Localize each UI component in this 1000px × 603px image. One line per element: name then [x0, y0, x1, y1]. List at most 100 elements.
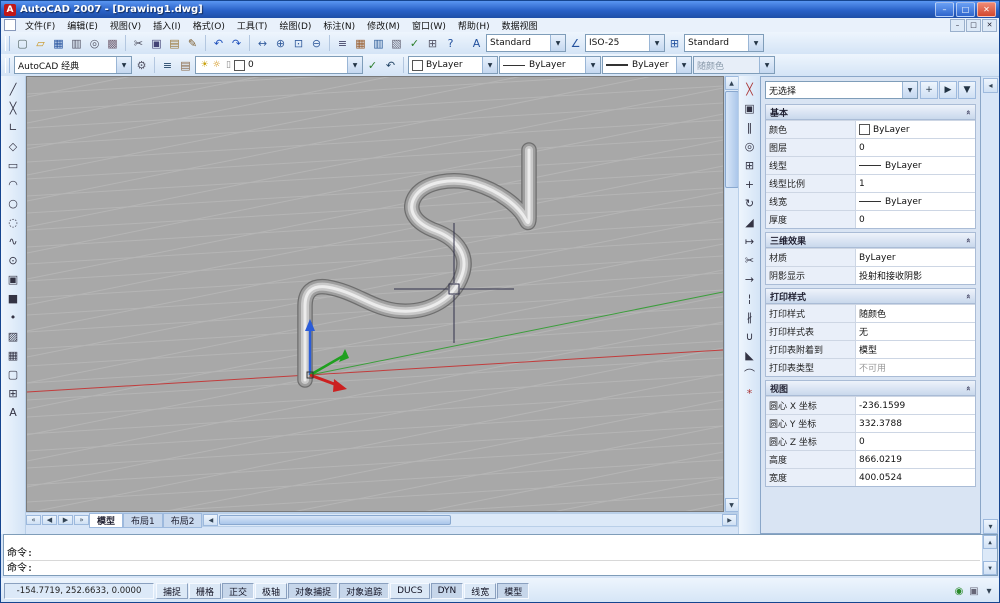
layout-tab-0[interactable]: 模型	[89, 513, 123, 528]
sheet-set-manager-icon[interactable]: ▧	[388, 35, 405, 52]
section-header[interactable]: 三维效果	[766, 233, 975, 248]
collapse-chevron-icon[interactable]	[964, 293, 973, 298]
mdi-minimize-button[interactable]: –	[950, 19, 965, 32]
polygon-icon[interactable]: ◇	[4, 137, 22, 155]
layer-previous-icon[interactable]: ↶	[382, 57, 399, 74]
lineweight-dropdown[interactable]: ByLayer	[602, 56, 692, 74]
offset-icon[interactable]: ◎	[741, 137, 759, 155]
palette-autohide-button[interactable]	[983, 78, 998, 93]
scroll-right-icon[interactable]	[722, 514, 737, 526]
collapse-chevron-icon[interactable]	[964, 385, 973, 390]
dropdown-arrow-icon[interactable]	[748, 35, 763, 51]
make-object-layer-current-icon[interactable]: ✓	[364, 57, 381, 74]
circle-icon[interactable]: ○	[4, 194, 22, 212]
rectangle-icon[interactable]: ▭	[4, 156, 22, 174]
dropdown-arrow-icon[interactable]	[347, 57, 362, 73]
layout-tab-2[interactable]: 布局2	[163, 513, 203, 528]
workspace-settings-icon[interactable]: ⚙	[133, 57, 150, 74]
dropdown-arrow-icon[interactable]	[550, 35, 565, 51]
status-menu-icon[interactable]: ▾	[982, 584, 996, 598]
scroll-up-icon[interactable]	[725, 76, 739, 90]
menu-item[interactable]: 数据视图	[496, 18, 544, 32]
drawing-canvas[interactable]	[26, 76, 724, 512]
text-style-dropdown[interactable]: Standard	[486, 34, 566, 52]
workspace-dropdown[interactable]: AutoCAD 经典	[14, 56, 132, 74]
insert-block-icon[interactable]: ▣	[4, 270, 22, 288]
trim-icon[interactable]: ✂	[741, 251, 759, 269]
dropdown-arrow-icon[interactable]	[585, 57, 600, 73]
save-icon[interactable]: ▦	[50, 35, 67, 52]
pan-icon[interactable]: ↔	[254, 35, 271, 52]
menu-item[interactable]: 标注(N)	[317, 18, 361, 32]
paste-icon[interactable]: ▤	[166, 35, 183, 52]
property-value[interactable]: 1	[856, 175, 975, 192]
drawing-icon[interactable]	[4, 19, 16, 31]
title-bar[interactable]: AutoCAD 2007 - [Drawing1.dwg] –□✕	[1, 1, 999, 18]
menu-item[interactable]: 修改(M)	[361, 18, 406, 32]
mdi-restore-button[interactable]: □	[966, 19, 981, 32]
zoom-window-icon[interactable]: ⊡	[290, 35, 307, 52]
designcenter-icon[interactable]: ▦	[352, 35, 369, 52]
markup-set-manager-icon[interactable]: ✓	[406, 35, 423, 52]
undo-icon[interactable]: ↶	[210, 35, 227, 52]
coordinate-readout[interactable]: -154.7719, 252.6633, 0.0000	[4, 583, 154, 599]
zoom-previous-icon[interactable]: ⊖	[308, 35, 325, 52]
copy-object-icon[interactable]: ▣	[741, 99, 759, 117]
mirror-icon[interactable]: ‖	[741, 118, 759, 136]
property-value[interactable]: ByLayer	[856, 249, 975, 266]
dropdown-arrow-icon[interactable]	[902, 82, 917, 98]
color-dropdown[interactable]: ByLayer	[408, 56, 498, 74]
layer-states-icon[interactable]: ▤	[177, 57, 194, 74]
dropdown-arrow-icon[interactable]	[116, 57, 131, 73]
communication-center-icon[interactable]: ◉	[952, 584, 966, 598]
menu-item[interactable]: 编辑(E)	[61, 18, 104, 32]
canvas-vertical-scrollbar[interactable]	[724, 76, 738, 512]
multiline-text-icon[interactable]: A	[4, 403, 22, 421]
section-header[interactable]: 视图	[766, 381, 975, 396]
scrollbar-thumb[interactable]	[725, 91, 739, 188]
plot-preview-icon[interactable]: ◎	[86, 35, 103, 52]
scroll-down-icon[interactable]	[983, 561, 997, 575]
property-value[interactable]: 随颜色	[856, 305, 975, 322]
ellipse-icon[interactable]: ⊙	[4, 251, 22, 269]
property-value[interactable]: 不可用	[856, 359, 975, 376]
construction-line-icon[interactable]: ╳	[4, 99, 22, 117]
dim-style-dropdown[interactable]: ISO-25	[585, 34, 665, 52]
mdi-close-button[interactable]: ✕	[982, 19, 997, 32]
section-header[interactable]: 基本	[766, 105, 975, 120]
menu-item[interactable]: 工具(T)	[231, 18, 274, 32]
publish-icon[interactable]: ▩	[104, 35, 121, 52]
command-prompt[interactable]: 命令:	[7, 559, 980, 573]
property-value[interactable]: 模型	[856, 341, 975, 358]
tool-palettes-icon[interactable]: ▥	[370, 35, 387, 52]
select-objects-button[interactable]: ▶	[939, 81, 957, 99]
dropdown-arrow-icon[interactable]	[649, 35, 664, 51]
selection-dropdown[interactable]: 无选择	[765, 81, 918, 99]
chamfer-icon[interactable]: ◣	[741, 346, 759, 364]
scrollbar-track[interactable]	[452, 514, 722, 526]
status-toggle-0[interactable]: 捕捉	[156, 583, 188, 599]
open-icon[interactable]: ▱	[32, 35, 49, 52]
property-value[interactable]: 0	[856, 211, 975, 228]
status-toggle-4[interactable]: 对象捕捉	[288, 583, 338, 599]
cut-icon[interactable]: ✂	[130, 35, 147, 52]
menu-item[interactable]: 文件(F)	[19, 18, 61, 32]
status-toggle-1[interactable]: 栅格	[189, 583, 221, 599]
linetype-dropdown[interactable]: ByLayer	[499, 56, 601, 74]
collapse-chevron-icon[interactable]	[964, 109, 973, 114]
next-tab-button[interactable]: ▶	[58, 515, 73, 525]
properties-icon[interactable]: ≡	[334, 35, 351, 52]
scroll-up-icon[interactable]	[983, 535, 997, 549]
table-icon[interactable]: ⊞	[4, 384, 22, 402]
revision-cloud-icon[interactable]: ◌	[4, 213, 22, 231]
fillet-icon[interactable]: ⌒	[741, 365, 759, 383]
property-value[interactable]: ByLayer	[856, 121, 975, 138]
viewport-3d[interactable]	[27, 77, 723, 511]
quick-calc-icon[interactable]: ⊞	[424, 35, 441, 52]
canvas-horizontal-scrollbar[interactable]	[202, 513, 738, 527]
property-value[interactable]: ByLayer	[856, 193, 975, 210]
prev-tab-button[interactable]: ◀	[42, 515, 57, 525]
property-value[interactable]: ByLayer	[856, 157, 975, 174]
toolbar-grip[interactable]	[5, 58, 10, 73]
break-at-point-icon[interactable]: ¦	[741, 289, 759, 307]
